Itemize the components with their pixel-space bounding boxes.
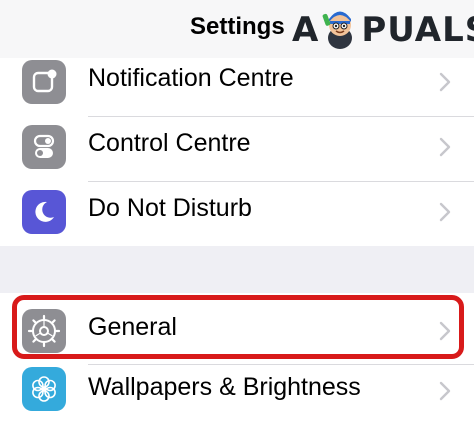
moon-icon (22, 190, 66, 234)
flower-icon (22, 367, 66, 411)
chevron-right-icon (438, 71, 452, 93)
row-label: Wallpapers & Brightness (88, 373, 361, 401)
watermark-mascot-icon (321, 10, 359, 50)
row-control-centre[interactable]: Control Centre (0, 117, 474, 181)
row-label: Notification Centre (88, 64, 294, 92)
settings-group-1: Notification Centre Control Centre Do No… (0, 58, 474, 246)
chevron-right-icon (438, 136, 452, 158)
page-title: Settings (190, 13, 285, 40)
row-label: Control Centre (88, 129, 251, 157)
row-notification-centre[interactable]: Notification Centre (0, 52, 474, 116)
watermark-letter-a: A (292, 10, 320, 50)
appuals-watermark: A PUALS (292, 10, 474, 50)
chevron-right-icon (438, 380, 452, 402)
chevron-right-icon (438, 201, 452, 223)
control-centre-icon (22, 125, 66, 169)
navigation-bar: Settings A PUALS (0, 0, 474, 58)
row-label: Do Not Disturb (88, 194, 252, 222)
row-wallpapers-brightness[interactable]: Wallpapers & Brightness (0, 365, 474, 429)
notification-centre-icon (22, 60, 66, 104)
watermark-letters: PUALS (361, 10, 474, 50)
row-do-not-disturb[interactable]: Do Not Disturb (0, 182, 474, 246)
general-highlight-box (12, 295, 464, 359)
